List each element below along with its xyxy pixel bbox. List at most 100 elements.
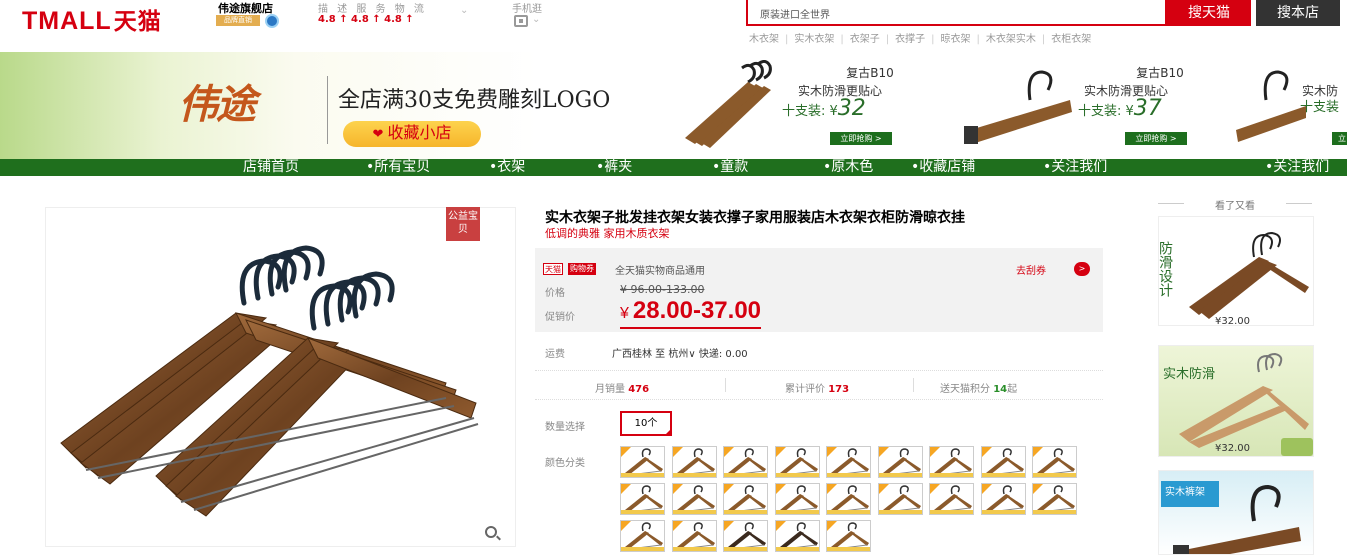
hanger-thumbnail: 实木防滑 [1163,352,1313,456]
shipping-label: 运费 [545,349,565,360]
swatch-flag [775,547,819,551]
nav-item-hangers[interactable]: •衣架 [489,159,525,176]
hot-word-link[interactable]: 木衣架 [749,34,779,45]
color-swatch-option[interactable] [826,483,871,515]
color-swatch-option[interactable] [671,446,717,478]
tmall-tag: 天猫 [543,263,563,275]
divider [913,378,914,392]
swatch-flag [827,547,870,551]
nav-item-kids[interactable]: •童款 [712,159,748,176]
recommend-price: ¥32.00 [1215,443,1250,454]
swatch-flag [724,510,767,514]
color-swatch-option[interactable] [620,520,665,552]
buy-now-button[interactable]: 立即抢购 > [830,132,892,145]
color-swatch-option[interactable] [774,446,820,478]
color-swatch-option[interactable] [723,483,768,515]
color-swatch-option[interactable] [620,483,665,515]
chevron-down-icon[interactable]: ⌄ [532,14,540,25]
swatch-corner [672,521,683,531]
swatch-flag [672,547,716,551]
nav-item-clips[interactable]: •裤夹 [596,159,632,176]
divider [725,378,726,392]
buy-now-button[interactable]: 立即抢购 > [1125,132,1187,145]
hanger-thumbnail: 防滑设计 [1159,231,1309,319]
nav-item-home[interactable]: 店铺首页 [243,159,299,176]
zoom-icon[interactable] [485,526,497,538]
color-swatch-option[interactable] [671,483,717,515]
swatch-flag [621,510,664,514]
swatch-corner [621,521,631,531]
shop-name[interactable]: 伟途旗舰店 [218,0,273,16]
hot-word-link[interactable]: 木衣架实木 [986,34,1036,45]
promo-card-price: 十支装: ¥32 [782,96,866,121]
trouser-hanger-thumbnail: 实木裤架 [1161,481,1301,554]
search-input[interactable]: 原装进口全世界 [746,0,1167,26]
nav-item-follow[interactable]: •关注我们 [1265,159,1329,176]
hot-word-link[interactable]: 衣柜衣架 [1051,34,1091,45]
color-swatch-option[interactable] [826,446,871,478]
color-swatch-option[interactable] [723,446,768,478]
nav-item-natural[interactable]: •原木色 [823,159,873,176]
qr-code-icon[interactable] [514,15,528,27]
color-swatch-option[interactable] [877,446,923,478]
swatch-corner [827,521,837,531]
favorite-shop-button[interactable]: ❤ 收藏小店 [343,121,481,147]
swatch-flag [621,473,664,477]
color-swatch-option[interactable] [877,483,923,515]
tmall-logo[interactable]: TMALL天猫 [22,2,162,36]
color-swatch-option[interactable] [774,483,820,515]
mobile-browse-label[interactable]: 手机逛 [512,0,542,15]
swatch-flag [878,510,922,514]
hot-word-link[interactable]: 衣撑子 [895,34,925,45]
chevron-down-icon[interactable]: ⌄ [460,5,468,16]
search-tmall-button[interactable]: 搜天猫 [1167,0,1251,26]
banner-promo-text: 全店满30支免费雕刻LOGO [338,88,611,113]
color-swatch-option[interactable] [620,446,665,478]
product-main-image[interactable] [45,207,516,547]
nav-item-all[interactable]: •所有宝贝 [366,159,430,176]
recommend-item[interactable]: 实木防滑 [1158,345,1314,457]
hot-word-link[interactable]: 晾衣架 [941,34,971,45]
color-swatch-option[interactable] [671,520,717,552]
review-count[interactable]: 累计评价 173 [785,380,849,395]
color-swatch-option[interactable] [1032,483,1077,515]
color-swatch-option[interactable] [929,446,974,478]
nav-item-follow[interactable]: •关注我们 [1043,159,1107,176]
color-swatch-option[interactable] [826,520,871,552]
arrow-right-icon[interactable]: > [1074,262,1090,276]
thumb-caption: 防滑设计 [1159,241,1173,297]
swatch-corner [930,447,940,457]
color-swatch-option[interactable] [774,520,820,552]
promo-card[interactable]: 复 实木防 十支装 立 [1236,60,1347,150]
swatch-corner [724,484,734,494]
shop-nav: 店铺首页 •所有宝贝 •衣架 •裤夹 •童款 •原木色 •收藏店铺 •关注我们 … [0,159,1347,176]
hot-word-link[interactable]: 衣架子 [850,34,880,45]
buy-now-button[interactable]: 立 [1332,132,1347,145]
divider: | [976,34,980,45]
scratch-coupon-link[interactable]: 去刮券 [1016,262,1046,277]
swatch-corner [878,447,889,457]
quantity-option-selected[interactable]: 10个 [620,411,672,436]
color-swatch-option[interactable] [723,520,768,552]
thumb-caption: 实木裤架 [1165,485,1205,498]
swatch-corner [878,484,889,494]
color-swatch-option[interactable] [980,446,1026,478]
trouser-hanger-icon [964,70,1072,144]
coupon-tag: 购物券 [568,263,596,275]
shipping-value[interactable]: 广西桂林 至 杭州∨ 快递: 0.00 [612,345,748,360]
promo-card-title: 复 [1326,64,1347,81]
color-swatch-option[interactable] [1032,446,1077,478]
divider [327,76,328,144]
swatch-corner [672,447,683,457]
recommend-item[interactable]: 防滑设计 [1158,216,1314,326]
promo-card[interactable]: 复古B10 实木防滑更贴心 十支装: ¥32 立即抢购 > [680,60,960,150]
swatch-flag [878,473,922,477]
hot-word-link[interactable]: 实木衣架 [794,34,834,45]
promo-card[interactable]: 复古B10 实木防滑更贴心 十支装: ¥37 立即抢购 > [960,60,1240,150]
recommend-item[interactable]: 实木裤架 [1158,470,1314,555]
nav-item-favorite[interactable]: •收藏店铺 [911,159,975,176]
color-swatch-option[interactable] [929,483,974,515]
color-swatch-option[interactable] [980,483,1026,515]
hanger-stack-illustration [60,245,479,517]
search-shop-button[interactable]: 搜本店 [1256,0,1340,26]
